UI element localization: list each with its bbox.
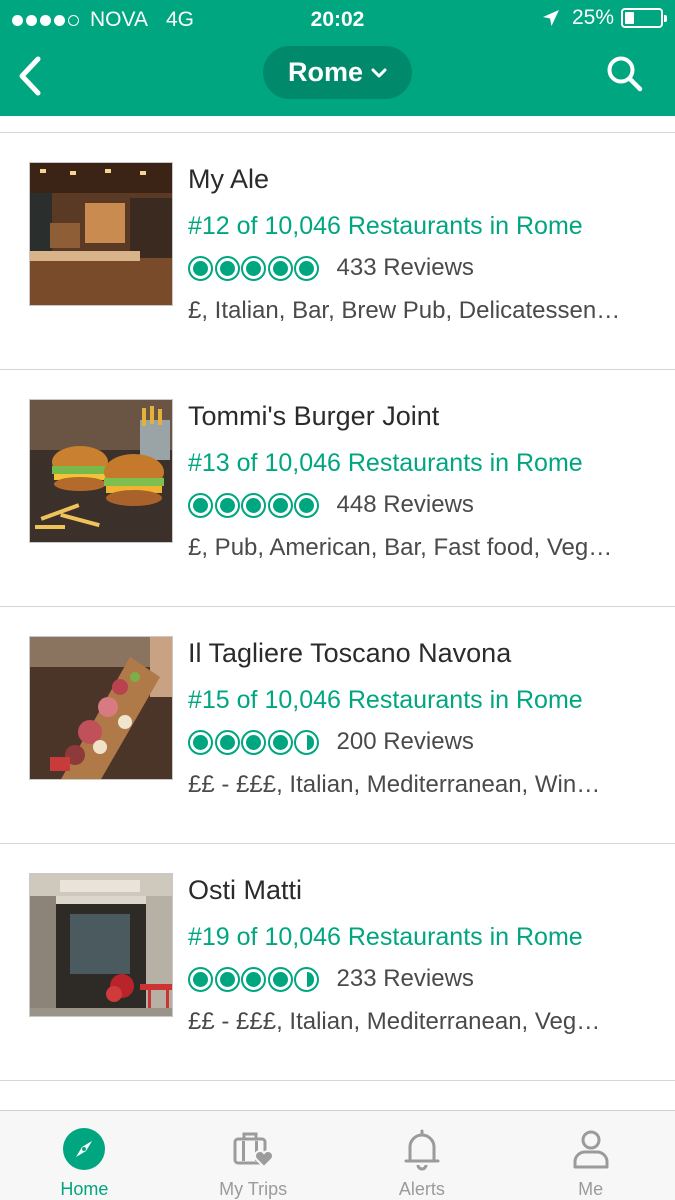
review-count: 233 Reviews xyxy=(336,965,474,992)
battery-fill xyxy=(625,12,634,24)
rating-bubble xyxy=(294,729,319,755)
restaurant-list-item[interactable]: Il Tagliere Toscano Navona #15 of 10,046… xyxy=(0,607,675,844)
restaurant-list-item[interactable]: Osti Matti #19 of 10,046 Restaurants in … xyxy=(0,844,675,1081)
tab-alerts[interactable]: Alerts xyxy=(338,1111,507,1200)
restaurant-rating: 448 Reviews xyxy=(188,491,474,519)
review-count: 433 Reviews xyxy=(336,254,474,281)
back-button[interactable] xyxy=(10,52,50,100)
search-icon xyxy=(607,56,643,92)
restaurant-categories: ££ - £££, Italian, Mediterranean, Veg… xyxy=(188,1008,601,1035)
restaurant-rating: 233 Reviews xyxy=(188,965,474,993)
rating-bubbles-icon xyxy=(188,492,321,518)
rating-bubble xyxy=(294,492,319,518)
rating-bubble xyxy=(188,255,213,281)
rating-bubble xyxy=(188,966,213,992)
rating-bubble xyxy=(267,255,293,281)
rating-bubbles-icon xyxy=(188,255,321,281)
rating-bubble xyxy=(241,255,266,281)
restaurant-rank: #15 of 10,046 Restaurants in Rome xyxy=(188,686,583,714)
restaurant-rating: 433 Reviews xyxy=(188,254,474,282)
status-right: 25% xyxy=(542,6,667,30)
status-bar: NOVA 4G 20:02 25% xyxy=(0,0,675,38)
tab-label: Home xyxy=(60,1179,109,1199)
person-icon xyxy=(569,1127,613,1171)
rating-bubble xyxy=(267,729,293,755)
bottom-tab-bar: Home My Trips Alerts Me xyxy=(0,1110,675,1200)
restaurant-list-item[interactable]: Tommi's Burger Joint #13 of 10,046 Resta… xyxy=(0,370,675,607)
rating-bubble xyxy=(188,492,213,518)
restaurant-photo[interactable] xyxy=(29,399,173,543)
tab-label: My Trips xyxy=(219,1179,288,1199)
restaurant-categories: £, Italian, Bar, Brew Pub, Delicatessen… xyxy=(188,297,621,324)
review-count: 200 Reviews xyxy=(336,728,474,755)
tab-my-trips[interactable]: My Trips xyxy=(169,1111,338,1200)
search-button[interactable] xyxy=(605,54,645,94)
compass-icon xyxy=(62,1127,106,1171)
city-selector-button[interactable]: Rome xyxy=(263,46,412,99)
tab-home[interactable]: Home xyxy=(0,1111,169,1200)
rating-bubble xyxy=(267,966,293,992)
restaurant-photo[interactable] xyxy=(29,162,173,306)
restaurant-name[interactable]: My Ale xyxy=(188,164,269,195)
tab-label: Alerts xyxy=(398,1179,445,1199)
city-name: Rome xyxy=(287,57,363,87)
rating-bubble xyxy=(241,729,266,755)
restaurant-categories: £, Pub, American, Bar, Fast food, Veg… xyxy=(188,534,613,561)
rating-bubble xyxy=(294,966,319,992)
back-chevron-icon xyxy=(19,56,41,96)
restaurant-name[interactable]: Tommi's Burger Joint xyxy=(188,401,439,432)
rating-bubble xyxy=(267,492,293,518)
bell-icon xyxy=(400,1127,444,1171)
rating-bubble xyxy=(188,729,213,755)
rating-bubble xyxy=(294,255,319,281)
suitcase-heart-icon xyxy=(231,1127,275,1171)
restaurant-rating: 200 Reviews xyxy=(188,728,474,756)
restaurant-name[interactable]: Il Tagliere Toscano Navona xyxy=(188,638,511,669)
review-count: 448 Reviews xyxy=(336,491,474,518)
rating-bubble xyxy=(241,492,266,518)
restaurant-categories: ££ - £££, Italian, Mediterranean, Win… xyxy=(188,771,601,798)
chevron-down-icon xyxy=(371,68,387,77)
restaurant-list[interactable]: My Ale #12 of 10,046 Restaurants in Rome… xyxy=(0,116,675,1110)
restaurant-rank: #19 of 10,046 Restaurants in Rome xyxy=(188,923,583,951)
restaurant-list-item[interactable]: My Ale #12 of 10,046 Restaurants in Rome… xyxy=(0,133,675,370)
rating-bubble xyxy=(214,966,240,992)
rating-bubble xyxy=(214,729,240,755)
tab-me[interactable]: Me xyxy=(506,1111,675,1200)
tab-label: Me xyxy=(578,1179,604,1199)
battery-icon xyxy=(621,8,667,28)
location-arrow-icon xyxy=(542,10,559,26)
restaurant-name[interactable]: Osti Matti xyxy=(188,875,302,906)
battery-percent: 25% xyxy=(571,6,614,29)
restaurant-rank: #12 of 10,046 Restaurants in Rome xyxy=(188,212,583,240)
rating-bubbles-icon xyxy=(188,966,321,992)
app-header: NOVA 4G 20:02 25% Rome xyxy=(0,0,675,116)
rating-bubbles-icon xyxy=(188,729,321,755)
restaurant-photo[interactable] xyxy=(29,873,173,1017)
restaurant-photo[interactable] xyxy=(29,636,173,780)
restaurant-rank: #13 of 10,046 Restaurants in Rome xyxy=(188,449,583,477)
rating-bubble xyxy=(214,255,240,281)
rating-bubble xyxy=(241,966,266,992)
rating-bubble xyxy=(214,492,240,518)
